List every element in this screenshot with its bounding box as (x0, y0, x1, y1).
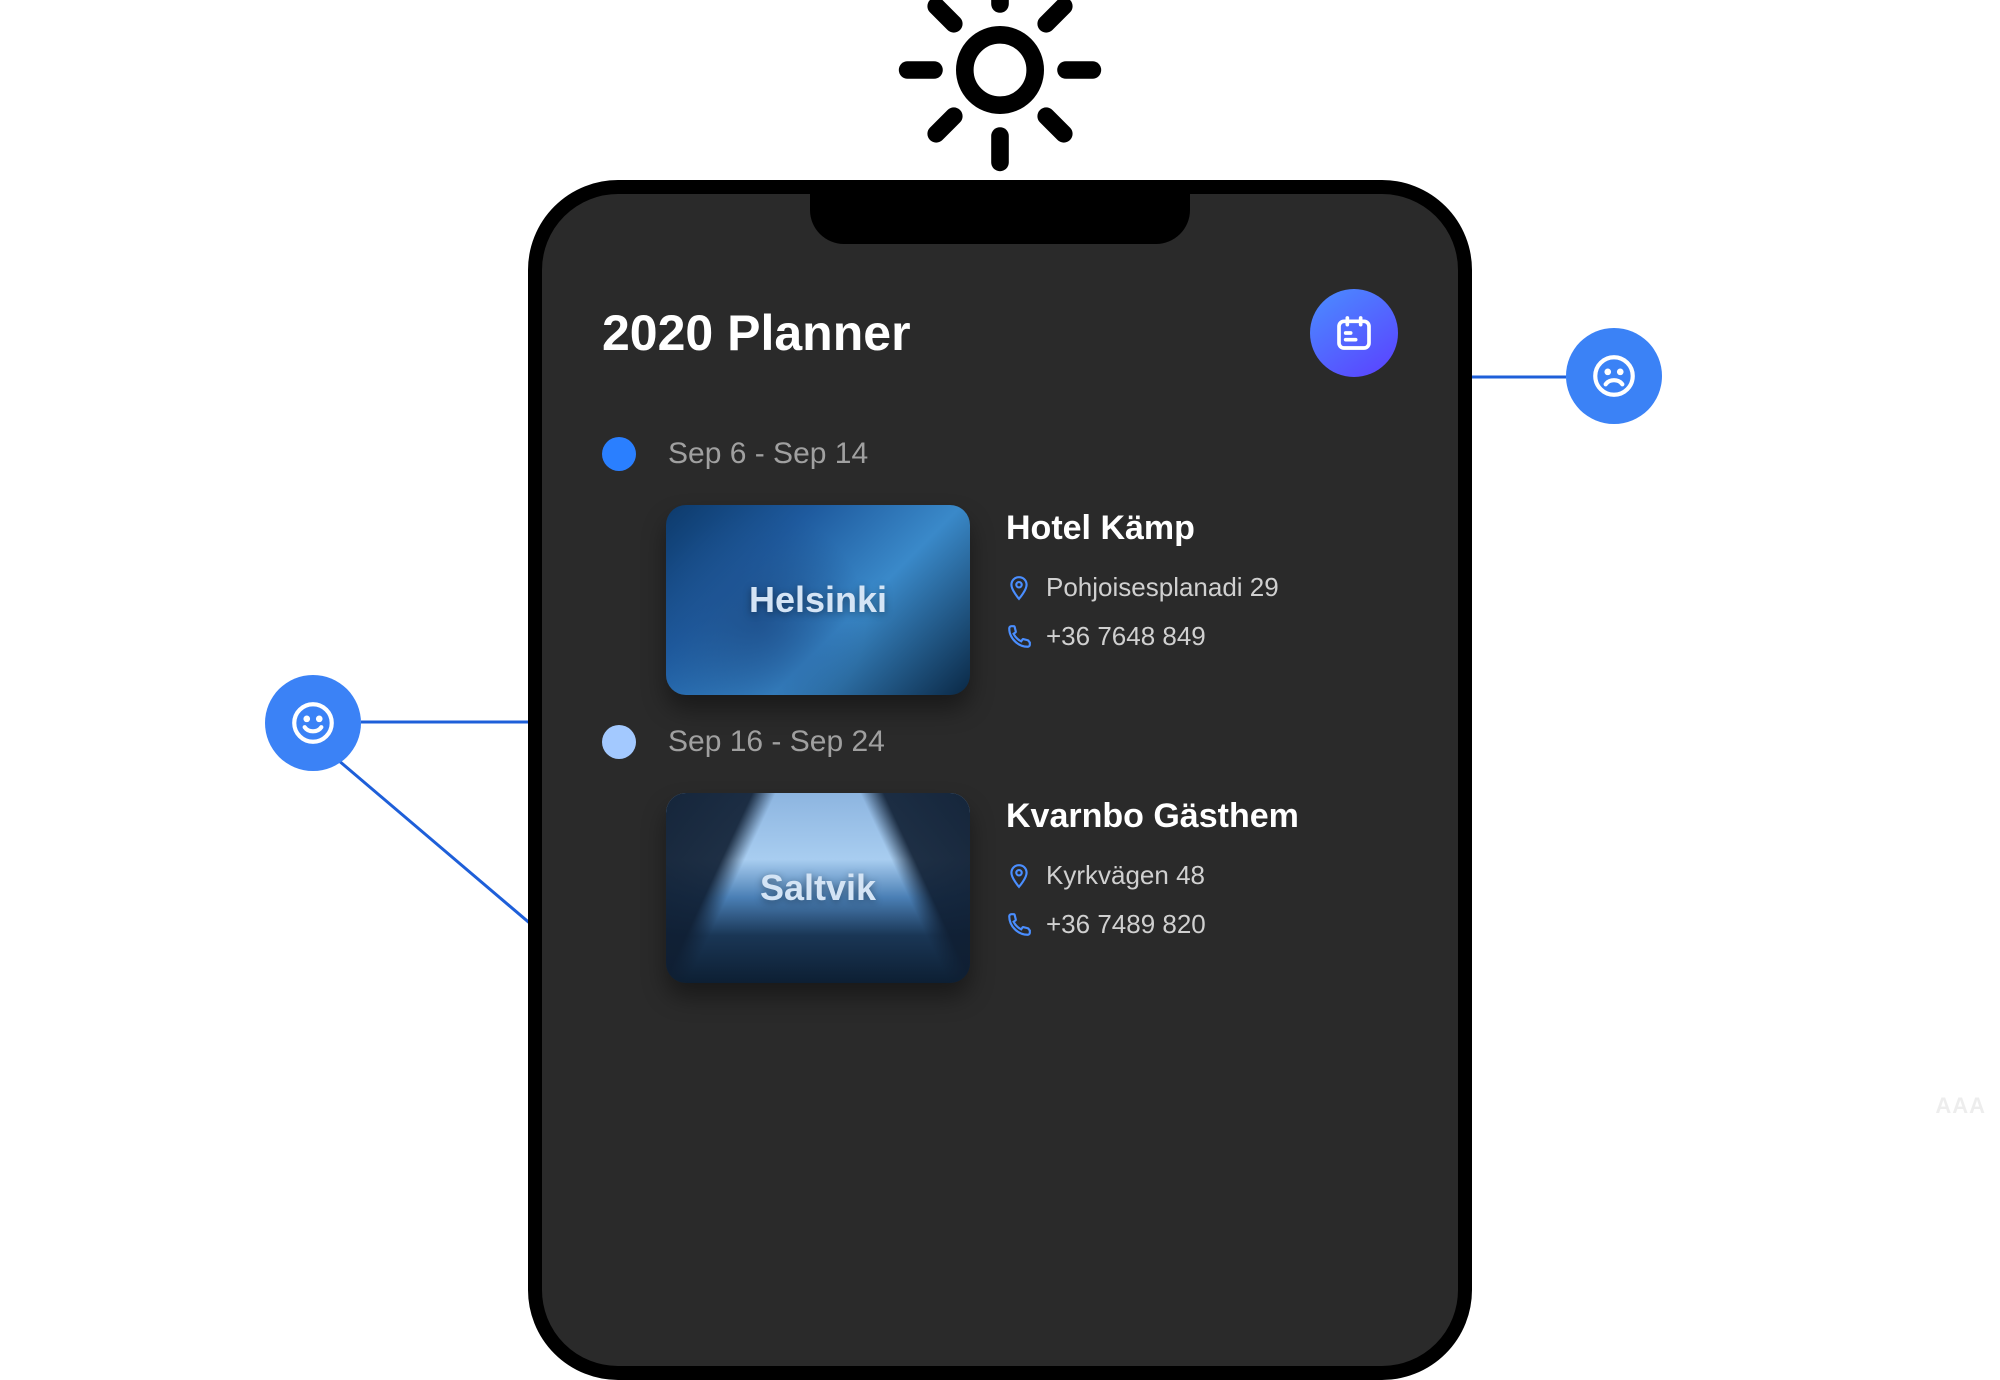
hotel-phone-line: +36 7489 820 (1006, 909, 1398, 940)
hotel-address: Kyrkvägen 48 (1046, 860, 1205, 891)
trip-date-range: Sep 16 - Sep 24 (668, 725, 885, 759)
hotel-phone: +36 7489 820 (1046, 909, 1206, 940)
hotel-address-line: Kyrkvägen 48 (1006, 860, 1398, 891)
calendar-button[interactable] (1310, 289, 1398, 377)
timeline-dot (602, 725, 636, 759)
annotation-dot (666, 976, 673, 983)
hotel-info: Kvarnbo Gästhem Kyrkvägen 48 +36 7489 82… (1006, 793, 1398, 958)
watermark: AAA (1935, 1093, 1986, 1119)
hotel-name: Hotel Kämp (1006, 509, 1398, 548)
destination-card[interactable]: Saltvik (666, 793, 970, 983)
trip-item: Sep 6 - Sep 14 Helsinki Hotel Kämp Pohjo… (602, 437, 1398, 695)
hotel-name: Kvarnbo Gästhem (1006, 797, 1398, 836)
hotel-address-line: Pohjoisesplanadi 29 (1006, 572, 1398, 603)
trip-date-range: Sep 6 - Sep 14 (668, 437, 868, 471)
location-pin-icon (1006, 575, 1032, 601)
hotel-address: Pohjoisesplanadi 29 (1046, 572, 1279, 603)
trip-item: Sep 16 - Sep 24 Saltvik Kvarnbo Gästhem … (602, 725, 1398, 983)
trip-body: Helsinki Hotel Kämp Pohjoisesplanadi 29 (602, 505, 1398, 695)
location-pin-icon (1006, 863, 1032, 889)
header: 2020 Planner (602, 289, 1398, 377)
frown-icon (1589, 351, 1639, 401)
annotation-badge-positive (265, 675, 361, 771)
app-screen: 2020 Planner Sep 6 - Sep 14 Helsinki (542, 194, 1458, 1366)
annotation-dot (666, 688, 673, 695)
destination-name: Saltvik (760, 867, 876, 909)
smile-icon (288, 698, 338, 748)
phone-icon (1006, 624, 1032, 650)
destination-card[interactable]: Helsinki (666, 505, 970, 695)
hotel-phone: +36 7648 849 (1046, 621, 1206, 652)
phone-frame: 2020 Planner Sep 6 - Sep 14 Helsinki (528, 180, 1472, 1380)
page-title: 2020 Planner (602, 304, 911, 362)
timeline-dot (602, 437, 636, 471)
trip-date-row: Sep 6 - Sep 14 (602, 437, 1398, 471)
annotation-badge-negative (1566, 328, 1662, 424)
hotel-phone-line: +36 7648 849 (1006, 621, 1398, 652)
sun-icon (890, 0, 1110, 185)
hotel-info: Hotel Kämp Pohjoisesplanadi 29 +36 7648 … (1006, 505, 1398, 670)
phone-icon (1006, 912, 1032, 938)
trip-body: Saltvik Kvarnbo Gästhem Kyrkvägen 48 (602, 793, 1398, 983)
calendar-icon (1334, 313, 1374, 353)
destination-name: Helsinki (749, 579, 887, 621)
trip-date-row: Sep 16 - Sep 24 (602, 725, 1398, 759)
